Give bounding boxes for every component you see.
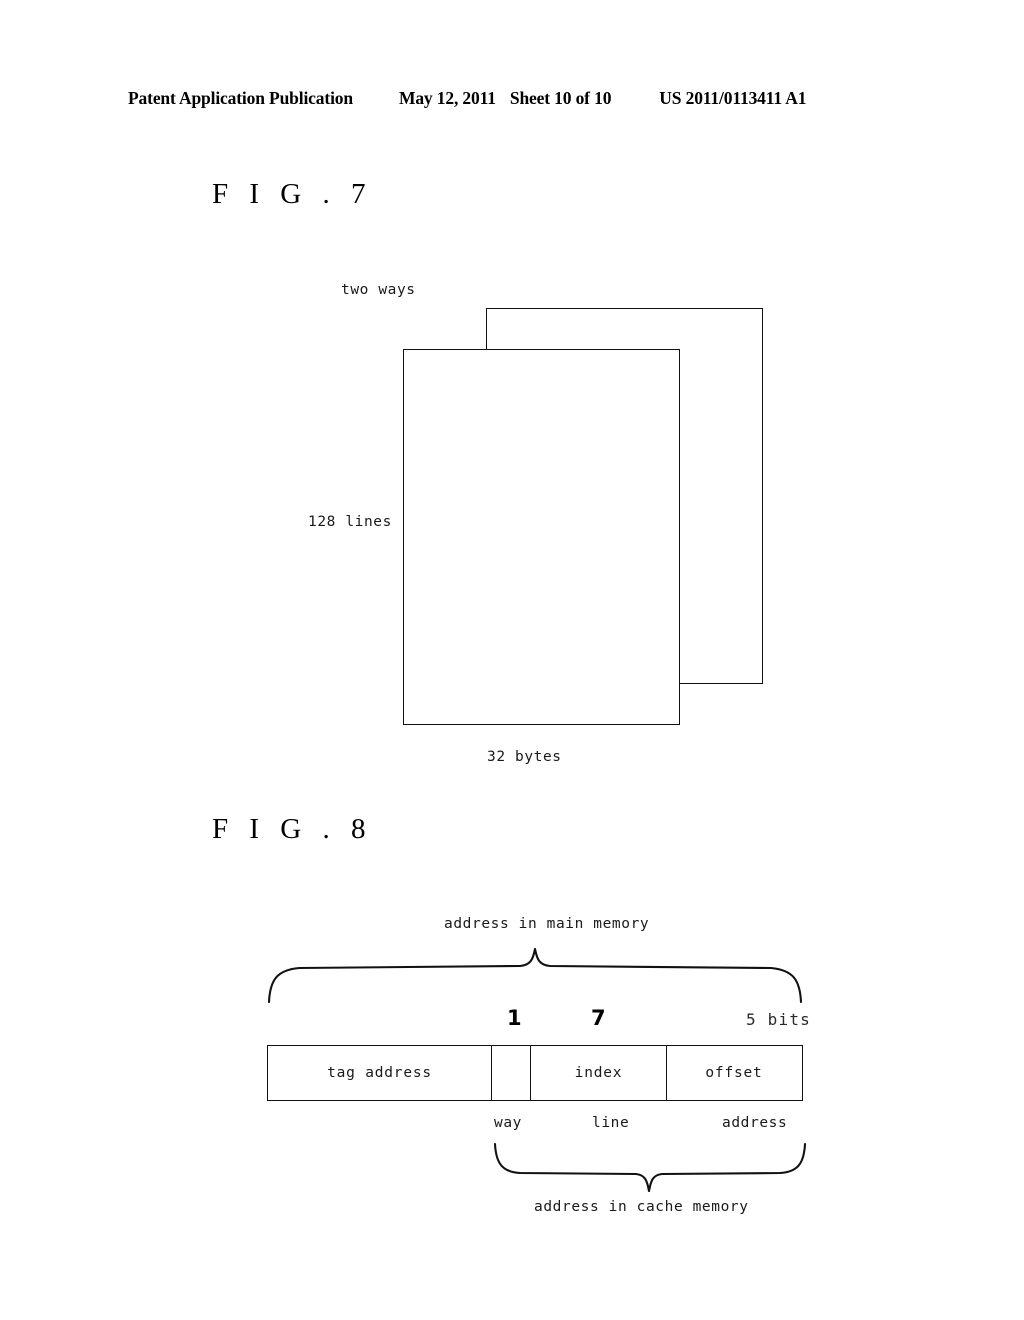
address-in-cache-memory-label: address in cache memory <box>534 1199 749 1215</box>
patent-drawing-page: Patent Application Publication May 12, 2… <box>0 0 1024 1320</box>
cache-way-rectangle-front <box>403 349 680 725</box>
address-field-table: tag address index offset <box>267 1045 803 1101</box>
line-sub-label: line <box>592 1115 630 1131</box>
way-sub-label: way <box>494 1115 522 1131</box>
index-bit-count: 7 <box>591 1006 606 1030</box>
field-offset: offset <box>705 1065 763 1081</box>
cache-memory-brace <box>493 1142 807 1193</box>
field-way <box>492 1046 531 1100</box>
figure-8-caption: F I G . 8 <box>212 813 373 845</box>
way-bit-count: 1 <box>507 1006 522 1030</box>
address-in-main-memory-label: address in main memory <box>444 916 650 932</box>
offset-bit-count: 5 bits <box>746 1010 811 1029</box>
main-memory-brace <box>267 947 803 1004</box>
address-sub-label: address <box>722 1115 788 1131</box>
field-tag-address: tag address <box>268 1046 492 1100</box>
field-index: index <box>531 1046 667 1100</box>
